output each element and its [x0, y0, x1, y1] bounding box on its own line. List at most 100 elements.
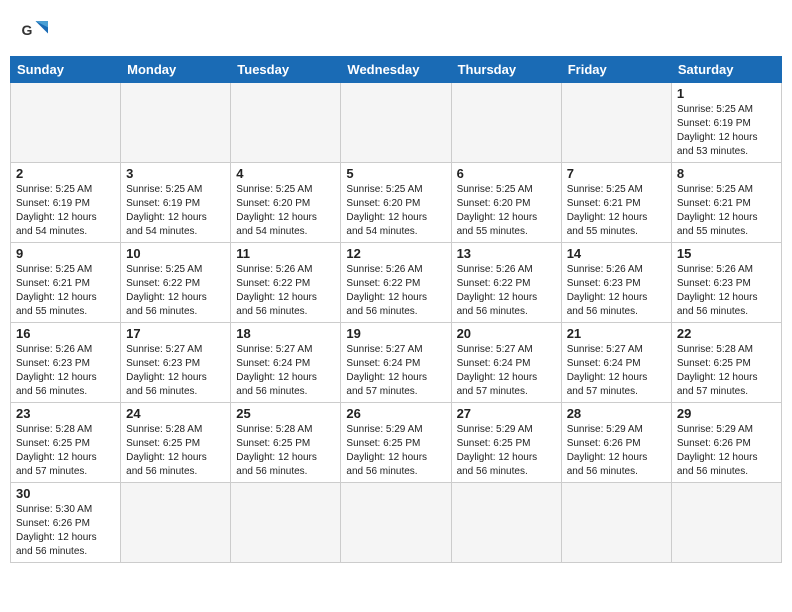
day-number: 6: [457, 166, 556, 181]
calendar-day-cell: [341, 83, 451, 163]
calendar-day-cell: 29 Sunrise: 5:29 AM Sunset: 6:26 PM Dayli…: [671, 403, 781, 483]
day-info: Sunrise: 5:29 AM Sunset: 6:25 PM Dayligh…: [346, 423, 445, 479]
calendar-day-cell: 3 Sunrise: 5:25 AM Sunset: 6:19 PM Daylig…: [121, 163, 231, 243]
calendar-day-cell: 4 Sunrise: 5:25 AM Sunset: 6:20 PM Daylig…: [231, 163, 341, 243]
day-number: 3: [126, 166, 225, 181]
calendar-day-cell: 23 Sunrise: 5:28 AM Sunset: 6:25 PM Dayli…: [11, 403, 121, 483]
calendar-day-cell: [121, 483, 231, 563]
calendar-day-cell: 25 Sunrise: 5:28 AM Sunset: 6:25 PM Dayli…: [231, 403, 341, 483]
day-number: 11: [236, 246, 335, 261]
calendar-day-cell: 12 Sunrise: 5:26 AM Sunset: 6:22 PM Dayli…: [341, 243, 451, 323]
calendar-day-cell: 9 Sunrise: 5:25 AM Sunset: 6:21 PM Daylig…: [11, 243, 121, 323]
calendar-day-cell: 5 Sunrise: 5:25 AM Sunset: 6:20 PM Daylig…: [341, 163, 451, 243]
day-of-week-header: Wednesday: [341, 57, 451, 83]
day-info: Sunrise: 5:28 AM Sunset: 6:25 PM Dayligh…: [236, 423, 335, 479]
day-number: 2: [16, 166, 115, 181]
calendar-day-cell: [341, 483, 451, 563]
day-of-week-header: Saturday: [671, 57, 781, 83]
day-number: 29: [677, 406, 776, 421]
calendar-day-cell: 27 Sunrise: 5:29 AM Sunset: 6:25 PM Dayli…: [451, 403, 561, 483]
calendar-day-cell: 15Sunrise: 5:26 AM Sunset: 6:23 PM Dayli…: [671, 243, 781, 323]
day-info: Sunrise: 5:26 AM Sunset: 6:23 PM Dayligh…: [567, 263, 666, 319]
calendar-day-cell: [561, 83, 671, 163]
day-number: 19: [346, 326, 445, 341]
calendar-day-cell: 10Sunrise: 5:25 AM Sunset: 6:22 PM Dayli…: [121, 243, 231, 323]
page-header: G: [10, 10, 782, 50]
day-number: 25: [236, 406, 335, 421]
day-number: 13: [457, 246, 556, 261]
calendar-week-row: 9 Sunrise: 5:25 AM Sunset: 6:21 PM Daylig…: [11, 243, 782, 323]
day-info: Sunrise: 5:27 AM Sunset: 6:23 PM Dayligh…: [126, 343, 225, 399]
calendar-day-cell: [451, 83, 561, 163]
day-info: Sunrise: 5:26 AM Sunset: 6:22 PM Dayligh…: [346, 263, 445, 319]
day-number: 9: [16, 246, 115, 261]
calendar-day-cell: 2 Sunrise: 5:25 AM Sunset: 6:19 PM Daylig…: [11, 163, 121, 243]
calendar-day-cell: 13Sunrise: 5:26 AM Sunset: 6:22 PM Dayli…: [451, 243, 561, 323]
day-number: 26: [346, 406, 445, 421]
calendar-week-row: 30 Sunrise: 5:30 AM Sunset: 6:26 PM Dayli…: [11, 483, 782, 563]
day-number: 14: [567, 246, 666, 261]
day-number: 7: [567, 166, 666, 181]
day-number: 4: [236, 166, 335, 181]
day-info: Sunrise: 5:27 AM Sunset: 6:24 PM Dayligh…: [346, 343, 445, 399]
day-number: 12: [346, 246, 445, 261]
calendar-day-cell: 28Sunrise: 5:29 AM Sunset: 6:26 PM Dayli…: [561, 403, 671, 483]
day-of-week-header: Sunday: [11, 57, 121, 83]
calendar-day-cell: 17 Sunrise: 5:27 AM Sunset: 6:23 PM Dayli…: [121, 323, 231, 403]
day-info: Sunrise: 5:25 AM Sunset: 6:19 PM Dayligh…: [677, 103, 776, 159]
day-info: Sunrise: 5:27 AM Sunset: 6:24 PM Dayligh…: [457, 343, 556, 399]
calendar-day-cell: 6 Sunrise: 5:25 AM Sunset: 6:20 PM Daylig…: [451, 163, 561, 243]
day-number: 23: [16, 406, 115, 421]
calendar-week-row: 2 Sunrise: 5:25 AM Sunset: 6:19 PM Daylig…: [11, 163, 782, 243]
day-number: 5: [346, 166, 445, 181]
logo: G: [20, 18, 52, 46]
day-number: 24: [126, 406, 225, 421]
calendar-day-cell: 11Sunrise: 5:26 AM Sunset: 6:22 PM Dayli…: [231, 243, 341, 323]
day-info: Sunrise: 5:27 AM Sunset: 6:24 PM Dayligh…: [567, 343, 666, 399]
day-info: Sunrise: 5:25 AM Sunset: 6:19 PM Dayligh…: [126, 183, 225, 239]
calendar-day-cell: 22 Sunrise: 5:28 AM Sunset: 6:25 PM Dayli…: [671, 323, 781, 403]
day-info: Sunrise: 5:25 AM Sunset: 6:20 PM Dayligh…: [346, 183, 445, 239]
calendar-day-cell: 18 Sunrise: 5:27 AM Sunset: 6:24 PM Dayli…: [231, 323, 341, 403]
calendar-day-cell: 26 Sunrise: 5:29 AM Sunset: 6:25 PM Dayli…: [341, 403, 451, 483]
day-number: 27: [457, 406, 556, 421]
calendar-day-cell: 8 Sunrise: 5:25 AM Sunset: 6:21 PM Daylig…: [671, 163, 781, 243]
day-number: 17: [126, 326, 225, 341]
day-info: Sunrise: 5:25 AM Sunset: 6:19 PM Dayligh…: [16, 183, 115, 239]
day-info: Sunrise: 5:27 AM Sunset: 6:24 PM Dayligh…: [236, 343, 335, 399]
day-number: 30: [16, 486, 115, 501]
calendar-day-cell: 20Sunrise: 5:27 AM Sunset: 6:24 PM Dayli…: [451, 323, 561, 403]
calendar-day-cell: 24 Sunrise: 5:28 AM Sunset: 6:25 PM Dayli…: [121, 403, 231, 483]
day-info: Sunrise: 5:29 AM Sunset: 6:26 PM Dayligh…: [677, 423, 776, 479]
day-info: Sunrise: 5:26 AM Sunset: 6:23 PM Dayligh…: [16, 343, 115, 399]
calendar-week-row: 23 Sunrise: 5:28 AM Sunset: 6:25 PM Dayli…: [11, 403, 782, 483]
svg-text:G: G: [22, 22, 33, 38]
day-of-week-header: Monday: [121, 57, 231, 83]
day-number: 18: [236, 326, 335, 341]
calendar-day-cell: 1Sunrise: 5:25 AM Sunset: 6:19 PM Daylig…: [671, 83, 781, 163]
day-info: Sunrise: 5:28 AM Sunset: 6:25 PM Dayligh…: [677, 343, 776, 399]
calendar-day-cell: 30 Sunrise: 5:30 AM Sunset: 6:26 PM Dayli…: [11, 483, 121, 563]
day-info: Sunrise: 5:29 AM Sunset: 6:26 PM Dayligh…: [567, 423, 666, 479]
calendar-day-cell: 14 Sunrise: 5:26 AM Sunset: 6:23 PM Dayli…: [561, 243, 671, 323]
day-number: 8: [677, 166, 776, 181]
calendar-day-cell: [671, 483, 781, 563]
day-info: Sunrise: 5:25 AM Sunset: 6:21 PM Dayligh…: [677, 183, 776, 239]
day-info: Sunrise: 5:28 AM Sunset: 6:25 PM Dayligh…: [126, 423, 225, 479]
calendar-week-row: 1Sunrise: 5:25 AM Sunset: 6:19 PM Daylig…: [11, 83, 782, 163]
day-number: 21: [567, 326, 666, 341]
day-info: Sunrise: 5:25 AM Sunset: 6:20 PM Dayligh…: [457, 183, 556, 239]
calendar-day-cell: 7Sunrise: 5:25 AM Sunset: 6:21 PM Daylig…: [561, 163, 671, 243]
day-info: Sunrise: 5:29 AM Sunset: 6:25 PM Dayligh…: [457, 423, 556, 479]
day-info: Sunrise: 5:25 AM Sunset: 6:21 PM Dayligh…: [16, 263, 115, 319]
day-info: Sunrise: 5:30 AM Sunset: 6:26 PM Dayligh…: [16, 503, 115, 559]
calendar-table: SundayMondayTuesdayWednesdayThursdayFrid…: [10, 56, 782, 563]
day-info: Sunrise: 5:25 AM Sunset: 6:22 PM Dayligh…: [126, 263, 225, 319]
day-number: 16: [16, 326, 115, 341]
day-info: Sunrise: 5:28 AM Sunset: 6:25 PM Dayligh…: [16, 423, 115, 479]
calendar-header-row: SundayMondayTuesdayWednesdayThursdayFrid…: [11, 57, 782, 83]
calendar-day-cell: 21 Sunrise: 5:27 AM Sunset: 6:24 PM Dayli…: [561, 323, 671, 403]
day-number: 15: [677, 246, 776, 261]
day-number: 22: [677, 326, 776, 341]
day-info: Sunrise: 5:25 AM Sunset: 6:20 PM Dayligh…: [236, 183, 335, 239]
